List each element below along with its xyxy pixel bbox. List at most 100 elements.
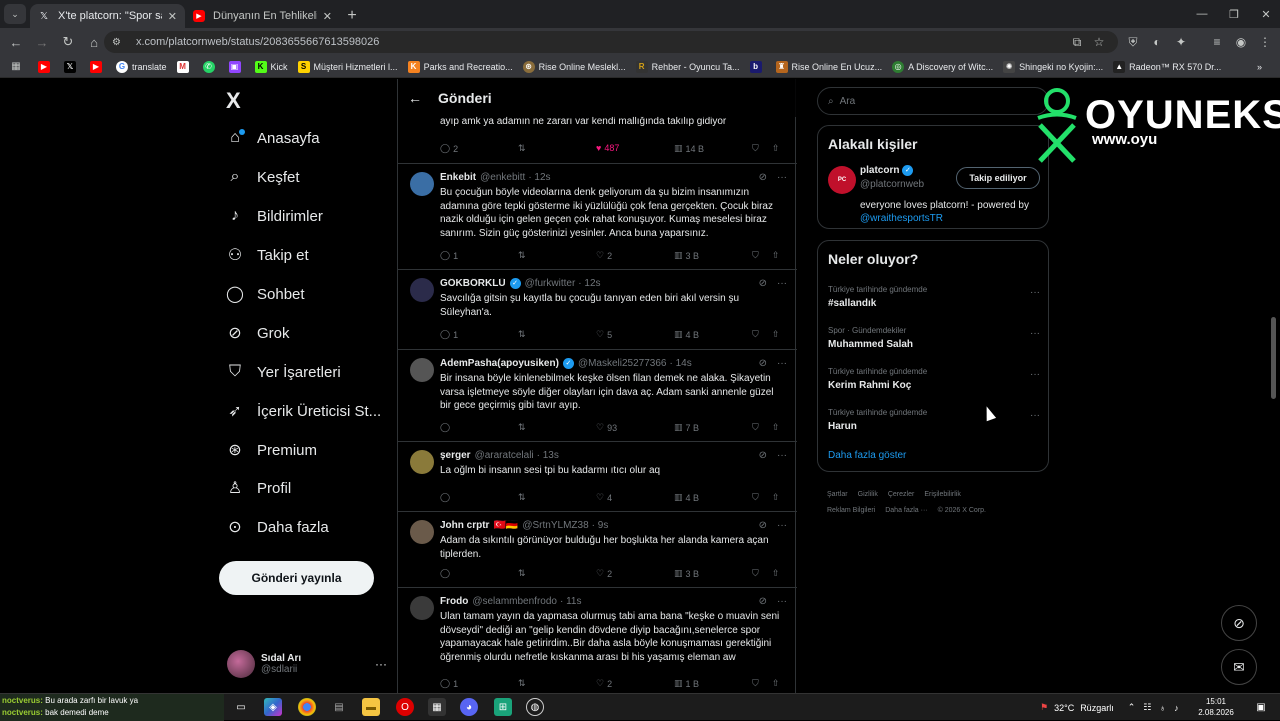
bookmark-rise-2[interactable]: ♜ Rise Online En Ucuz...: [775, 60, 882, 73]
author-name[interactable]: Frodo: [440, 596, 468, 607]
like-button[interactable]: ♡ 5: [596, 329, 612, 340]
views-button[interactable]: ▥ 1 B: [674, 678, 699, 689]
bookmark-button[interactable]: ⛉: [752, 568, 759, 579]
chrome-icon[interactable]: [298, 698, 316, 716]
show-more-link[interactable]: Daha fazla göster: [828, 450, 906, 461]
views-button[interactable]: ▥ 14 B: [674, 143, 704, 154]
author-handle[interactable]: @Maskeli25277366: [578, 358, 667, 369]
opera-icon[interactable]: O: [396, 698, 414, 716]
browser-tab[interactable]: ▶ Dünyanın En Tehlikeli Deniz Can ✕: [185, 4, 340, 28]
trend-item[interactable]: Türkiye tarihinde gündemde Kerim Rahmi K…: [828, 367, 1040, 391]
media-icon[interactable]: ≡: [1206, 31, 1228, 53]
more-dots-icon[interactable]: ···: [1030, 369, 1040, 380]
avatar[interactable]: [410, 278, 434, 302]
calculator-icon[interactable]: ▦: [428, 698, 446, 716]
nav-item-0[interactable]: ⌂ Anasayfa: [226, 121, 320, 155]
avatar[interactable]: [410, 520, 434, 544]
bookmarks-overflow-icon[interactable]: »: [1257, 62, 1262, 72]
close-window-icon[interactable]: ✕: [1250, 0, 1280, 28]
more-dots-icon[interactable]: ···: [777, 520, 787, 531]
author-name[interactable]: John crptr: [440, 520, 489, 531]
browser-tab-active[interactable]: 𝕏 X'te platcorn: "Spor salonunda ✕: [30, 4, 185, 28]
reply-tweet[interactable]: şerger @araratcelali · 13s ⊘ ··· La oğlm …: [398, 442, 797, 512]
tray-chevron-icon[interactable]: ⌃: [1128, 702, 1136, 713]
bookmark-translate[interactable]: Gtranslate: [116, 60, 167, 73]
reply-tweet[interactable]: GÖKBÖRKLÜ ✓ @furkwitter · 12s ⊘ ··· Savcı…: [398, 270, 797, 350]
bookmark-radeon[interactable]: ▲ Radeon™ RX 570 Dr...: [1113, 60, 1221, 73]
puzzle-icon[interactable]: ✦: [1170, 31, 1192, 53]
apps-grid-icon[interactable]: ▦: [4, 55, 28, 79]
views-button[interactable]: ▥ 7 B: [674, 422, 699, 433]
bookmark-button[interactable]: ⛉: [752, 143, 759, 154]
bookmark-button[interactable]: ⛉: [752, 492, 759, 503]
more-dots-icon[interactable]: ···: [1030, 287, 1040, 298]
share-button[interactable]: ⇧: [772, 143, 780, 154]
share-button[interactable]: ⇧: [772, 678, 780, 689]
repost-button[interactable]: ⇅: [518, 143, 529, 154]
grok-icon[interactable]: ⊘: [759, 450, 767, 461]
new-tab-button[interactable]: +: [340, 4, 364, 28]
more-dots-icon[interactable]: ···: [777, 450, 787, 461]
restore-icon[interactable]: ❐: [1218, 0, 1250, 28]
scrollbar[interactable]: [1271, 317, 1276, 399]
reply-button[interactable]: ◯ 1: [440, 250, 458, 261]
reply-tweet[interactable]: Enkebit @enkebitt · 12s ⊘ ··· Bu çocuğun …: [398, 164, 797, 270]
more-dots-icon[interactable]: ···: [1030, 410, 1040, 421]
bookmark-twitch[interactable]: ▣: [228, 60, 245, 73]
like-button[interactable]: ♡ 4: [596, 492, 612, 503]
back-arrow-icon[interactable]: ←: [398, 90, 432, 106]
nav-item-5[interactable]: ⊘ Grok: [226, 316, 289, 350]
reply-button[interactable]: ◯ 1: [440, 678, 458, 689]
grok-icon[interactable]: ⊘: [759, 596, 767, 607]
repost-button[interactable]: ⇅: [518, 422, 529, 433]
more-dots-icon[interactable]: ···: [1030, 328, 1040, 339]
avatar[interactable]: [410, 358, 434, 382]
like-button[interactable]: ♡ 2: [596, 678, 612, 689]
bookmark-musteri[interactable]: S Müşteri Hizmetleri l...: [297, 60, 398, 73]
author-handle[interactable]: @SrtnYLMZ38: [522, 520, 588, 531]
x-logo-icon[interactable]: X: [226, 88, 241, 114]
task-view-icon[interactable]: ▭: [232, 698, 250, 716]
bookmark-shingeki[interactable]: ✺ Shingeki no Kyojin:...: [1003, 60, 1103, 73]
like-button[interactable]: ♡ 93: [596, 422, 617, 433]
like-button[interactable]: ♡ 2: [596, 250, 612, 261]
nav-item-2[interactable]: ♪ Bildirimler: [226, 199, 323, 233]
grok-icon[interactable]: ⊘: [759, 278, 767, 289]
tweet-time[interactable]: · 9s: [592, 520, 609, 531]
author-name[interactable]: AdemPasha(apoyusiken): [440, 358, 559, 369]
nav-item-8[interactable]: ⊛ Premium: [226, 433, 317, 467]
bio-link[interactable]: @wraithesportsTR: [860, 213, 943, 224]
avatar[interactable]: [410, 450, 434, 474]
footer-link[interactable]: Daha fazla ···: [885, 507, 927, 514]
nav-item-3[interactable]: ⚇ Takip et: [226, 238, 309, 272]
reply-button[interactable]: ◯: [440, 422, 453, 433]
clock[interactable]: 15:01 2.08.2026: [1196, 696, 1236, 718]
related-name[interactable]: platcorn ✓: [860, 165, 917, 176]
tweet-time[interactable]: · 12s: [578, 278, 600, 289]
repost-button[interactable]: ⇅: [518, 678, 529, 689]
repost-button[interactable]: ⇅: [518, 250, 529, 261]
tweet-time[interactable]: · 13s: [537, 450, 559, 461]
grok-icon[interactable]: ⊘: [759, 520, 767, 531]
profile-icon[interactable]: ◉: [1230, 31, 1252, 53]
avatar[interactable]: [410, 596, 434, 620]
tweet-time[interactable]: · 14s: [669, 358, 691, 369]
bookmark-gmail[interactable]: M: [176, 60, 193, 73]
home-icon[interactable]: ⌂: [82, 30, 106, 54]
repost-button[interactable]: ⇅: [518, 568, 529, 579]
grok-icon[interactable]: ⊘: [759, 172, 767, 183]
views-button[interactable]: ▥ 3 B: [674, 568, 699, 579]
bookmark-rehber[interactable]: R Rehber - Oyuncu Ta...: [635, 60, 740, 73]
bookmark-button[interactable]: ⛉: [752, 329, 759, 340]
repost-button[interactable]: ⇅: [518, 492, 529, 503]
footer-link[interactable]: Gizlilik: [858, 491, 878, 498]
post-button[interactable]: Gönderi yayınla: [219, 561, 374, 595]
bookmark-button[interactable]: ⛉: [752, 422, 759, 433]
reply-tweet[interactable]: John crptr 🇹🇷🇩🇪 @SrtnYLMZ38 · 9s ⊘ ··· Ad…: [398, 512, 797, 588]
extension-icon[interactable]: ◐: [1146, 31, 1168, 53]
tweet-time[interactable]: · 12s: [528, 172, 550, 183]
forward-icon[interactable]: →: [30, 30, 54, 54]
bookmark-b[interactable]: b: [749, 60, 766, 73]
author-handle[interactable]: @araratcelali: [475, 450, 534, 461]
mic-icon[interactable]: ♁: [1159, 703, 1166, 713]
